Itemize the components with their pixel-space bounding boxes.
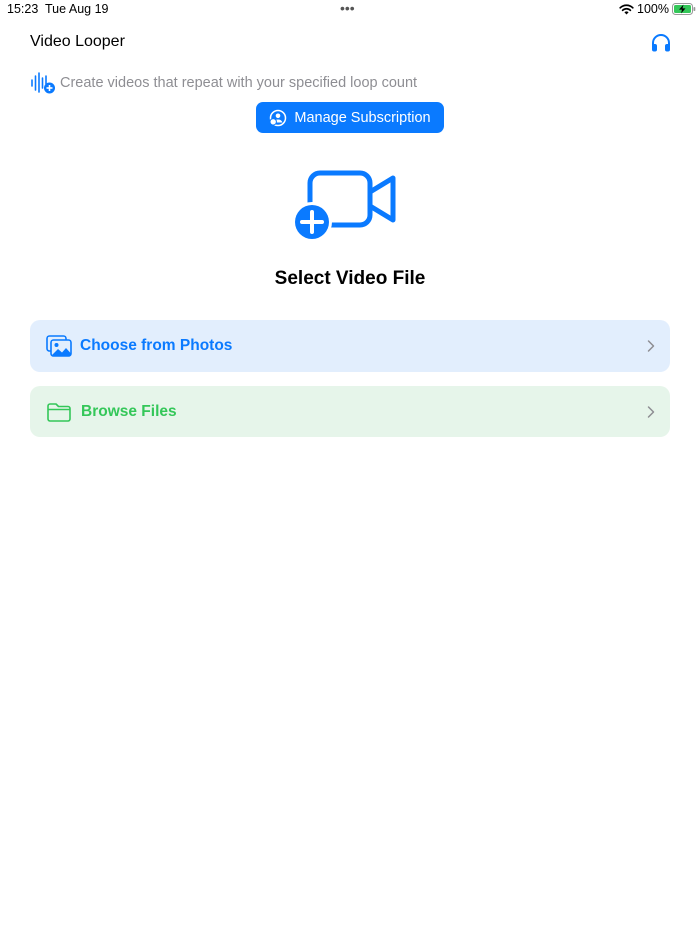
video-plus-icon <box>292 170 396 242</box>
multitasking-dots-icon[interactable]: ••• <box>340 0 355 16</box>
subtitle-row: Create videos that repeat with your spec… <box>30 71 417 95</box>
battery-percent: 100% <box>637 2 669 16</box>
wifi-icon <box>619 4 634 15</box>
page-title: Video Looper <box>30 33 125 50</box>
chevron-right-icon <box>647 340 655 352</box>
choose-from-photos-label: Choose from Photos <box>80 337 233 354</box>
status-date: Tue Aug 19 <box>45 2 109 16</box>
select-video-title: Select Video File <box>274 268 426 289</box>
waveform-plus-icon <box>31 72 55 94</box>
subtitle-text: Create videos that repeat with your spec… <box>60 75 418 91</box>
battery-charging-icon <box>672 3 696 15</box>
status-bar: 15:23 Tue Aug 19 ••• 100% <box>0 0 700 20</box>
choose-from-photos-button[interactable]: Choose from Photos <box>30 320 670 372</box>
browse-files-label: Browse Files <box>81 402 177 420</box>
manage-subscription-button[interactable]: Manage Subscription <box>256 102 444 133</box>
headphones-icon[interactable] <box>650 33 672 53</box>
person-badge-icon <box>269 109 287 126</box>
folder-icon <box>47 402 71 422</box>
browse-files-button[interactable]: Browse Files <box>30 386 670 437</box>
manage-subscription-label: Manage Subscription <box>294 109 431 126</box>
status-time: 15:23 <box>7 2 39 16</box>
app-screen: 15:23 Tue Aug 19 ••• 100% Video Looper C… <box>0 0 700 934</box>
chevron-right-icon <box>647 405 655 418</box>
photo-stack-icon <box>46 335 72 357</box>
